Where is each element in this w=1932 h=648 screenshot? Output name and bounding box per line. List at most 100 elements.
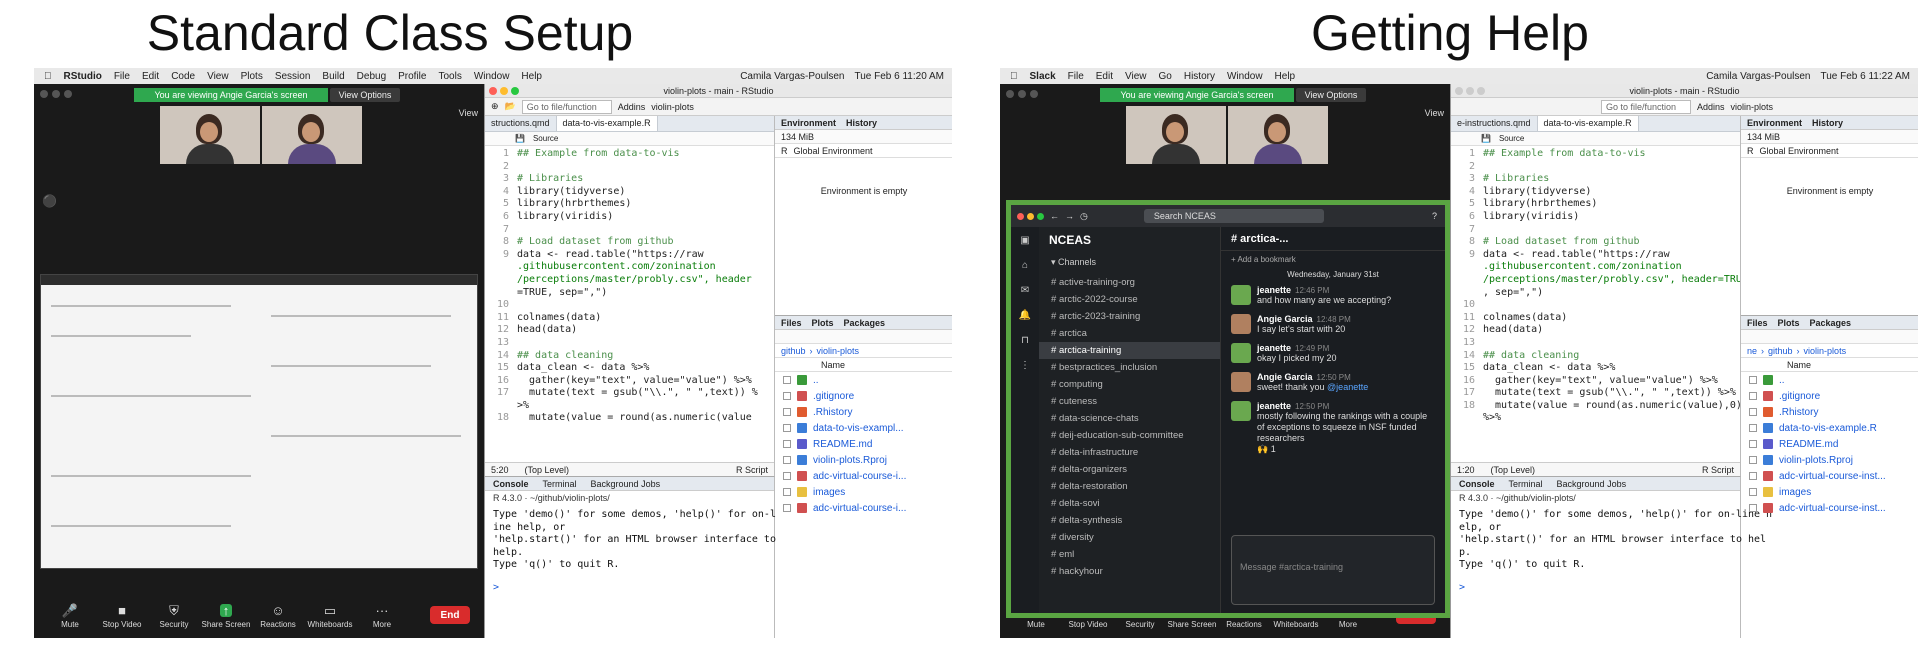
reaction-badge[interactable]: 🙌 1: [1257, 444, 1435, 455]
file-row[interactable]: ..: [775, 372, 952, 388]
code-line[interactable]: =TRUE, sep=","): [485, 287, 774, 300]
files-name-header[interactable]: Name: [1741, 358, 1918, 372]
menubar-clock[interactable]: Tue Feb 6 11:20 AM: [855, 71, 945, 82]
breadcrumb-github[interactable]: github: [781, 346, 806, 356]
code-line[interactable]: 18 mutate(value = round(as.numeric(value…: [1451, 400, 1740, 413]
message-composer[interactable]: Message #arctica-training: [1231, 535, 1435, 605]
file-checkbox[interactable]: [783, 408, 791, 416]
menu-build[interactable]: Build: [322, 71, 344, 82]
file-name[interactable]: .gitignore: [1779, 391, 1820, 402]
avatar[interactable]: [1231, 314, 1251, 334]
file-name[interactable]: ..: [1779, 375, 1785, 386]
tab-instructions[interactable]: e-instructions.qmd: [1451, 116, 1538, 131]
file-checkbox[interactable]: [1749, 456, 1757, 464]
code-line[interactable]: 14 ## data cleaning: [1451, 350, 1740, 363]
apple-icon[interactable]: : [44, 71, 52, 82]
menu-view[interactable]: View: [1125, 71, 1147, 82]
file-name[interactable]: ..: [813, 375, 819, 386]
code-line[interactable]: 17 mutate(text = gsub("\\.", " ",text)) …: [1451, 387, 1740, 400]
tab-data-to-vis[interactable]: data-to-vis-example.R: [556, 116, 658, 131]
menu-view[interactable]: View: [207, 71, 229, 82]
apple-icon[interactable]: : [1010, 71, 1018, 82]
view-options-button[interactable]: View Options: [330, 88, 400, 102]
avatar[interactable]: [1231, 372, 1251, 392]
menubar-user[interactable]: Camila Vargas-Poulsen: [740, 71, 844, 82]
menu-tools[interactable]: Tools: [438, 71, 461, 82]
code-line[interactable]: 6 library(viridis): [485, 211, 774, 224]
menu-debug[interactable]: Debug: [357, 71, 386, 82]
tab-packages[interactable]: Packages: [844, 318, 886, 328]
channel-item[interactable]: # active-training-org: [1039, 274, 1220, 291]
menu-code[interactable]: Code: [171, 71, 195, 82]
channel-item[interactable]: # bestpractices_inclusion: [1039, 359, 1220, 376]
code-line[interactable]: 16 gather(key="text", value="value") %>%: [1451, 375, 1740, 388]
security-button[interactable]: ⛨Security: [148, 604, 200, 629]
files-name-header[interactable]: Name: [775, 358, 952, 372]
menubar-clock[interactable]: Tue Feb 6 11:22 AM: [1821, 71, 1911, 82]
avatar[interactable]: [1231, 343, 1251, 363]
file-name[interactable]: violin-plots.Rproj: [813, 455, 887, 466]
channel-item[interactable]: # hackyhour: [1039, 563, 1220, 580]
menubar-app[interactable]: Slack: [1030, 71, 1056, 82]
file-checkbox[interactable]: [783, 392, 791, 400]
file-row[interactable]: adc-virtual-course-i...: [775, 500, 952, 516]
code-line[interactable]: 3 # Libraries: [485, 173, 774, 186]
file-checkbox[interactable]: [783, 376, 791, 384]
back-arrow-icon[interactable]: ←: [1050, 211, 1059, 221]
file-row[interactable]: adc-virtual-course-inst...: [1741, 500, 1918, 516]
code-line[interactable]: 12 head(data): [485, 324, 774, 337]
file-checkbox[interactable]: [1749, 488, 1757, 496]
view-button[interactable]: View: [459, 108, 478, 118]
memory-usage[interactable]: 134 MiB: [781, 132, 814, 142]
save-icon[interactable]: 💾: [1481, 134, 1491, 143]
code-line[interactable]: /perceptions/master/probly.csv", header: [485, 274, 774, 287]
message[interactable]: jeanette 12:46 PM and how many are we acce…: [1221, 281, 1445, 310]
file-row[interactable]: ..: [1741, 372, 1918, 388]
menu-edit[interactable]: Edit: [142, 71, 159, 82]
file-checkbox[interactable]: [783, 472, 791, 480]
view-options-button[interactable]: View Options: [1296, 88, 1366, 102]
channel-item[interactable]: # delta-organizers: [1039, 461, 1220, 478]
slack-search[interactable]: Search NCEAS: [1143, 209, 1324, 223]
code-line[interactable]: 9 data <- read.table("https://raw: [485, 249, 774, 262]
file-row[interactable]: images: [775, 484, 952, 500]
file-checkbox[interactable]: [783, 456, 791, 464]
file-name[interactable]: .Rhistory: [813, 407, 852, 418]
channel-item[interactable]: # deij-education-sub-committee: [1039, 427, 1220, 444]
message-author[interactable]: jeanette 12:46 PM: [1257, 285, 1391, 295]
message-author[interactable]: Angie Garcia 12:50 PM: [1257, 372, 1368, 382]
menu-file[interactable]: File: [1068, 71, 1084, 82]
tab-instructions[interactable]: structions.qmd: [485, 116, 557, 131]
message[interactable]: jeanette 12:50 PM mostly following the ran…: [1221, 397, 1445, 459]
file-name[interactable]: README.md: [813, 439, 872, 450]
help-icon[interactable]: ?: [1432, 211, 1445, 221]
message[interactable]: jeanette 12:49 PM okay I picked my 20: [1221, 339, 1445, 368]
menu-edit[interactable]: Edit: [1096, 71, 1113, 82]
env-scope[interactable]: Global Environment: [794, 146, 873, 156]
code-line[interactable]: 18 mutate(value = round(as.numeric(value: [485, 412, 774, 425]
code-line[interactable]: .githubusercontent.com/zonination: [1451, 261, 1740, 274]
channel-item[interactable]: # data-science-chats: [1039, 410, 1220, 427]
stop-video-button[interactable]: ■Stop Video: [96, 604, 148, 629]
code-line[interactable]: 13: [485, 337, 774, 350]
breadcrumb-github[interactable]: github: [1768, 346, 1793, 356]
message-author[interactable]: Angie Garcia 12:48 PM: [1257, 314, 1351, 324]
code-line[interactable]: 13: [1451, 337, 1740, 350]
menu-history[interactable]: History: [1184, 71, 1215, 82]
save-icon[interactable]: 💾: [515, 134, 525, 143]
message[interactable]: Angie Garcia 12:50 PM sweet! thank you @je…: [1221, 368, 1445, 397]
tab-plots[interactable]: Plots: [812, 318, 834, 328]
code-line[interactable]: 15 data_clean <- data %>%: [485, 362, 774, 375]
more-button[interactable]: ···More: [356, 604, 408, 629]
workspace-name[interactable]: NCEAS: [1039, 227, 1220, 251]
code-line[interactable]: 2: [485, 161, 774, 174]
file-checkbox[interactable]: [1749, 424, 1757, 432]
file-name[interactable]: .Rhistory: [1779, 407, 1818, 418]
message[interactable]: Angie Garcia 12:48 PM I say let's start wi…: [1221, 310, 1445, 339]
tab-history[interactable]: History: [846, 118, 877, 128]
code-line[interactable]: >%: [485, 400, 774, 413]
console-prompt[interactable]: >: [485, 576, 774, 599]
channel-item[interactable]: # eml: [1039, 546, 1220, 563]
code-line[interactable]: 10: [485, 299, 774, 312]
avatar[interactable]: [1231, 401, 1251, 421]
